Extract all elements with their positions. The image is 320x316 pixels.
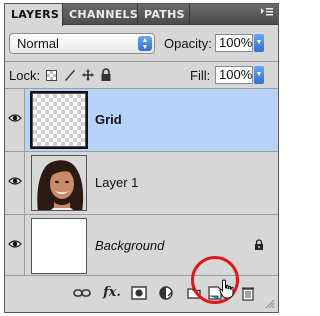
lock-position-icon[interactable] [81, 68, 95, 82]
new-adjustment-layer-icon[interactable] [158, 285, 174, 301]
opacity-value: 100% [219, 35, 253, 50]
divider [5, 61, 278, 62]
layer-row-grid[interactable]: Grid [5, 89, 278, 152]
fill-value: 100% [219, 67, 253, 82]
lock-image-pixels-icon[interactable] [63, 68, 77, 82]
visibility-toggle[interactable] [5, 89, 25, 151]
opacity-dropdown-icon[interactable]: ▼ [254, 34, 264, 52]
lock-label: Lock: [9, 68, 41, 83]
panel-tab-bar: LAYERS CHANNELS PATHS [5, 4, 278, 26]
layer-row-background[interactable]: Background [5, 215, 278, 278]
layer-name[interactable]: Layer 1 [95, 175, 138, 190]
layers-list: Grid Layer 1 Background [5, 89, 278, 278]
layer-name[interactable]: Background [95, 238, 164, 253]
tab-layers[interactable]: LAYERS [5, 4, 63, 26]
eye-icon [8, 114, 22, 122]
delete-layer-trash-icon[interactable] [241, 285, 255, 301]
portrait-photo-image [32, 156, 86, 210]
eye-icon [8, 177, 22, 185]
fill-label: Fill: [190, 68, 211, 83]
opacity-label: Opacity: [164, 36, 212, 51]
visibility-toggle[interactable] [5, 215, 25, 277]
visibility-toggle[interactable] [5, 152, 25, 214]
lock-transparent-pixels-icon[interactable] [46, 70, 57, 81]
add-layer-mask-icon[interactable] [131, 285, 147, 301]
blend-mode-value: Normal [17, 36, 59, 51]
tab-paths[interactable]: PATHS [138, 4, 190, 25]
tab-channels[interactable]: CHANNELS [63, 4, 138, 25]
lock-icon [255, 239, 263, 250]
lock-all-icon[interactable] [99, 68, 113, 82]
resize-grip-icon[interactable] [265, 299, 275, 309]
eye-icon [8, 240, 22, 248]
panel-menu-icon[interactable] [260, 6, 274, 22]
layer-thumbnail-transparent [30, 91, 88, 149]
layer-style-fx-icon[interactable]: fx. [101, 285, 123, 301]
blend-mode-select[interactable]: Normal ▲ ▼ [9, 33, 155, 54]
fill-field[interactable]: 100% [215, 66, 253, 84]
link-layers-icon[interactable] [73, 285, 91, 301]
layer-name[interactable]: Grid [95, 112, 122, 127]
opacity-field[interactable]: 100% [215, 34, 253, 52]
layers-bottom-toolbar: fx. [5, 256, 278, 312]
fill-dropdown-icon[interactable]: ▼ [254, 66, 264, 84]
layer-thumbnail-photo [31, 155, 87, 211]
chevron-updown-icon: ▲ ▼ [138, 36, 152, 51]
layer-row-layer-1[interactable]: Layer 1 [5, 152, 278, 215]
layers-panel: LAYERS CHANNELS PATHS Normal ▲ ▼ Opacity:… [4, 3, 279, 313]
layer-thumbnail-white [31, 218, 87, 274]
hand-pointer-cursor-icon [219, 279, 234, 299]
